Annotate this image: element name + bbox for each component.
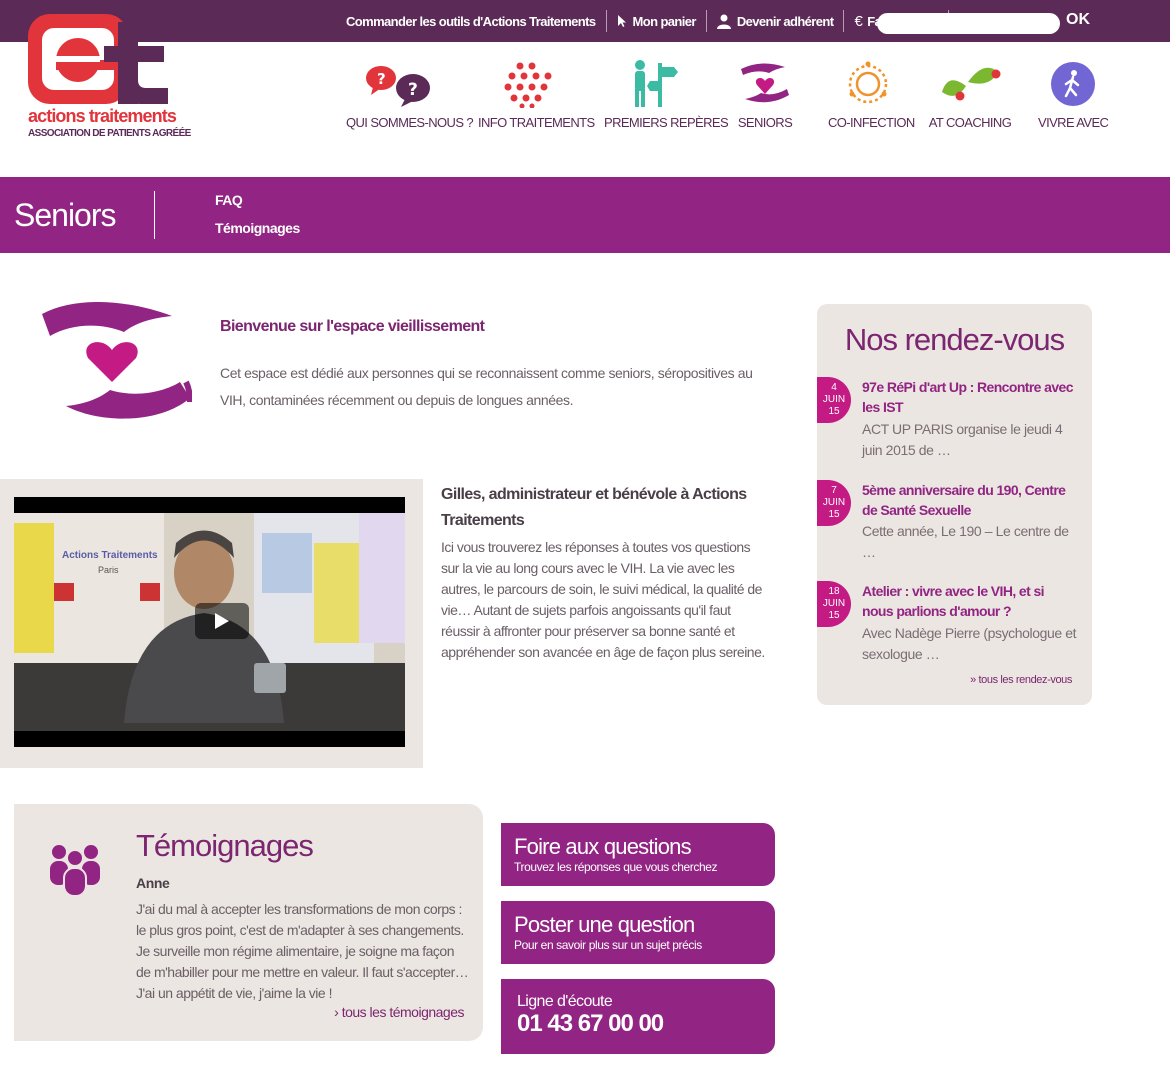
search-input[interactable] [877, 13, 1060, 34]
event-month: JUIN [822, 598, 846, 609]
search-button[interactable]: OK [1066, 11, 1090, 29]
group-people-icon [50, 845, 100, 896]
event-date-badge: 4 JUIN 15 [817, 377, 851, 423]
event-day: 18 [828, 586, 840, 597]
ask-question-title: Poster une question [514, 912, 695, 937]
nav-item-qui-sommes-nous[interactable]: ? ? QUI SOMMES-NOUS ? [346, 58, 474, 130]
nav-item-seniors[interactable]: SENIORS [728, 58, 802, 130]
main-nav: ? ? QUI SOMMES-NOUS ? INFO TRAITEMENTS P… [338, 58, 1118, 138]
agenda-panel: Nos rendez-vous 4 JUIN 15 97e RéPi d'art… [817, 304, 1092, 705]
virus-icon [848, 61, 888, 104]
dots-icon [504, 62, 552, 108]
helpline-number[interactable]: 01 43 67 00 00 [517, 1010, 664, 1038]
event-description: Avec Nadège Pierre (psychologue et sexol… [862, 625, 1077, 662]
welcome-title: Bienvenue sur l'espace vieillissement [220, 318, 485, 335]
membership-link[interactable]: Devenir adhérent [707, 11, 844, 31]
ask-question-subtitle: Pour en savoir plus sur un sujet précis [514, 938, 702, 952]
svg-text:?: ? [408, 80, 418, 100]
nav-label: SENIORS [737, 115, 793, 130]
event-year: 15 [828, 406, 840, 417]
nav-item-vivre-avec[interactable]: VIVRE AVEC [1038, 58, 1109, 130]
hands-heart-icon [42, 302, 192, 419]
svg-text:?: ? [377, 70, 386, 88]
faq-button-title: Foire aux questions [514, 834, 692, 859]
section-banner: Seniors FAQ Témoignages [0, 177, 1170, 253]
euro-icon: € [854, 12, 863, 30]
play-button[interactable] [195, 603, 249, 639]
ask-question-button[interactable]: Poster une question Pour en savoir plus … [501, 901, 775, 964]
nav-item-premiers-reperes[interactable]: PREMIERS REPÈRES [604, 58, 729, 130]
testimonial-author: Anne [136, 875, 170, 891]
page-title: Seniors [14, 197, 116, 233]
video-player[interactable]: Actions Traitements Paris [14, 497, 405, 747]
temoignages-link[interactable]: Témoignages [215, 220, 300, 236]
nav-label: CO-INFECTION [828, 115, 915, 130]
logo-name: actions traitements [28, 106, 177, 126]
logo-tagline: ASSOCIATION DE PATIENTS AGRÉÉE [28, 128, 191, 139]
helpline-box: Ligne d'écoute 01 43 67 00 00 [501, 979, 775, 1054]
testimonials-title: Témoignages [136, 828, 314, 863]
event-title[interactable]: Atelier : vivre avec le VIH, et si nous … [862, 581, 1077, 621]
agenda-title: Nos rendez-vous [844, 322, 1065, 357]
event-month: JUIN [822, 394, 846, 405]
all-testimonials-link[interactable]: › tous les témoignages [334, 1004, 464, 1020]
question-bubbles-icon: ? ? [366, 66, 430, 107]
hands-heart-icon [741, 63, 789, 103]
at-logo-mark [28, 14, 168, 104]
video-title: Gilles, administrateur et bénévole à Act… [441, 486, 747, 529]
event-description: ACT UP PARIS organise le jeudi 4 juin 20… [862, 421, 1063, 458]
nav-label: PREMIERS REPÈRES [604, 115, 729, 130]
signpost-icon [635, 60, 678, 107]
event-date-badge: 7 JUIN 15 [817, 480, 851, 526]
order-tools-link[interactable]: Commander les outils d'Actions Traitemen… [346, 11, 606, 31]
play-icon [215, 613, 229, 629]
membership-label: Devenir adhérent [736, 13, 834, 29]
cursor-icon [617, 15, 626, 27]
user-icon [716, 14, 731, 29]
testimonial-quote: J'ai du mal à accepter les transformatio… [136, 901, 469, 1001]
event-day: 4 [831, 382, 837, 393]
nav-label: QUI SOMMES-NOUS ? [346, 115, 474, 130]
all-events-link[interactable]: » tous les rendez-vous [970, 674, 1072, 686]
divider [154, 191, 155, 239]
event-description: Cette année, Le 190 – Le centre de … [862, 523, 1069, 560]
nav-label: VIVRE AVEC [1038, 115, 1109, 130]
poster-text: Actions Traitements [62, 550, 158, 561]
nav-label: AT COACHING [928, 115, 1012, 130]
poster-text: Paris [98, 565, 119, 575]
nav-label: INFO TRAITEMENTS [478, 115, 595, 130]
order-tools-label: Commander les outils d'Actions Traitemen… [346, 13, 596, 29]
cart-label: Mon panier [632, 13, 697, 29]
nav-item-info-traitements[interactable]: INFO TRAITEMENTS [478, 58, 595, 130]
faq-button-subtitle: Trouvez les réponses que vous cherchez [514, 860, 718, 874]
faq-link[interactable]: FAQ [215, 192, 243, 208]
nav-item-co-infection[interactable]: CO-INFECTION [828, 58, 915, 130]
testimonials-panel: Témoignages Anne J'ai du mal à accepter … [14, 804, 483, 1041]
event-year: 15 [828, 509, 840, 520]
cart-link[interactable]: Mon panier [607, 11, 706, 31]
welcome-text: Cet espace est dédié aux personnes qui s… [220, 365, 753, 408]
event-title[interactable]: 5ème anniversaire du 190, Centre de Sant… [862, 480, 1077, 520]
walking-person-icon [1051, 62, 1095, 106]
site-logo[interactable]: actions traitements ASSOCIATION DE PATIE… [28, 14, 191, 144]
faq-button[interactable]: Foire aux questions Trouvez les réponses… [501, 823, 775, 886]
event-day: 7 [831, 485, 837, 496]
event-month: JUIN [822, 497, 846, 508]
video-panel: Actions Traitements Paris [0, 479, 423, 768]
event-title[interactable]: 97e RéPi d'art Up : Rencontre avec les I… [862, 377, 1077, 417]
event-date-badge: 18 JUIN 15 [817, 581, 851, 627]
helpline-label: Ligne d'écoute [517, 993, 613, 1010]
nav-item-at-coaching[interactable]: AT COACHING [928, 58, 1012, 130]
coaching-icon [942, 67, 1001, 101]
event-year: 15 [828, 610, 840, 621]
video-description: Ici vous trouverez les réponses à toutes… [441, 539, 765, 660]
top-bar: Commander les outils d'Actions Traitemen… [0, 0, 1170, 42]
